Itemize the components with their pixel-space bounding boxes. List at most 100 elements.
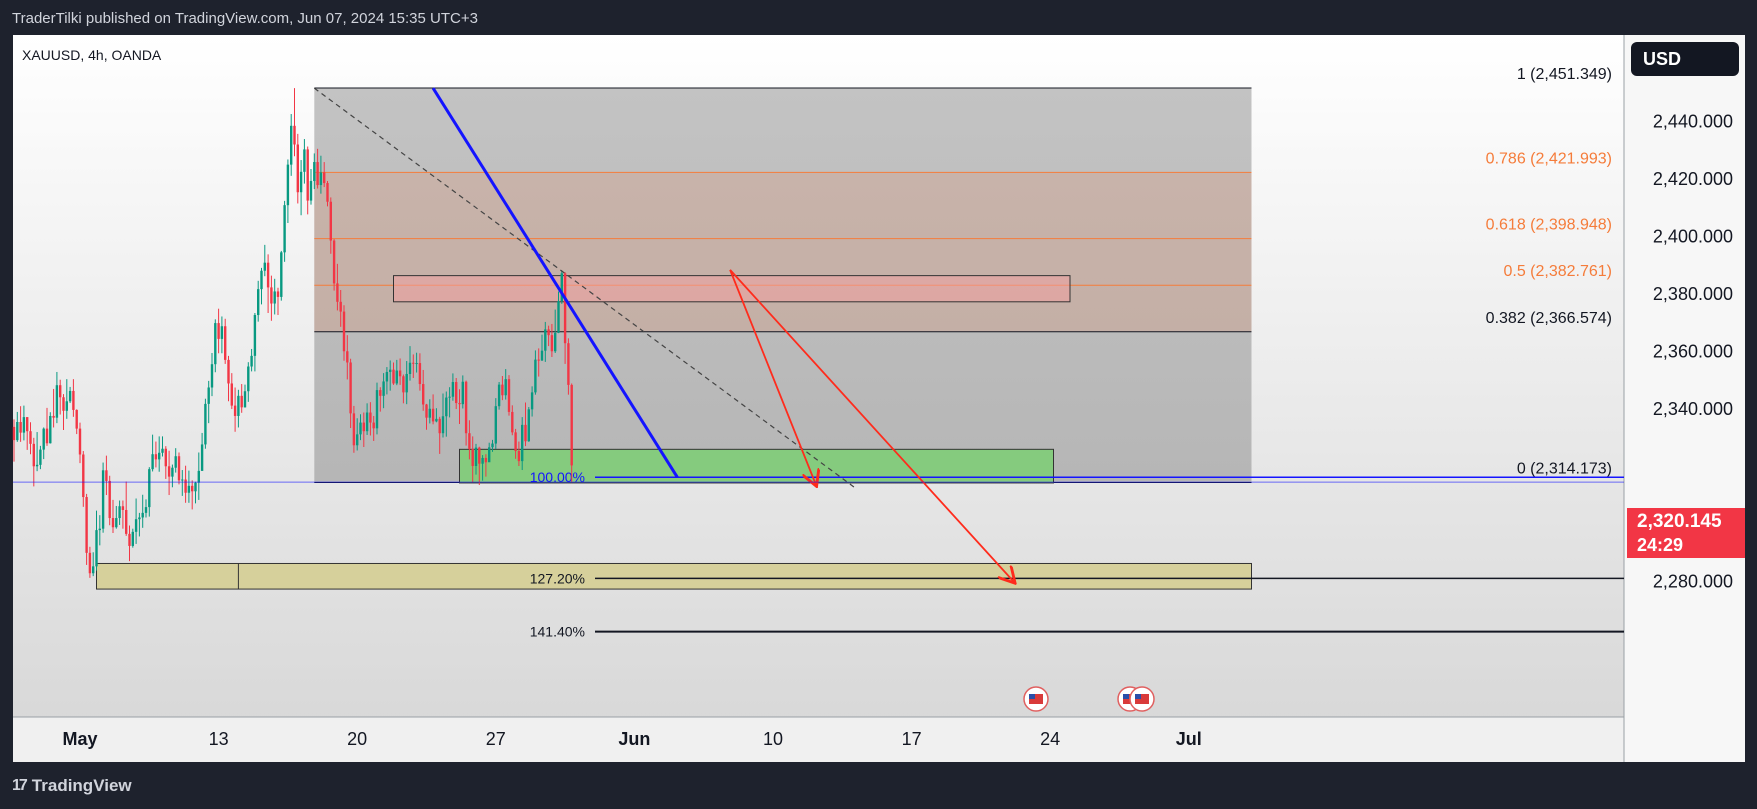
- candle-body: [75, 409, 78, 429]
- fib-level-label: 0.786 (2,421.993): [1486, 150, 1612, 167]
- candle-body: [451, 382, 455, 397]
- target-zone: [96, 562, 1252, 590]
- candle-body: [161, 448, 164, 453]
- candle-body: [570, 384, 573, 466]
- candle-body: [177, 456, 181, 481]
- candle-body: [49, 415, 52, 444]
- time-tick-label: Jun: [618, 729, 650, 749]
- price-tick-label: 2,340.000: [1653, 399, 1733, 419]
- candle-body: [237, 395, 240, 416]
- candle-body: [286, 164, 290, 206]
- time-tick-label: 27: [486, 729, 506, 749]
- candle-body: [448, 396, 451, 398]
- candle-body: [494, 406, 497, 444]
- price-chart[interactable]: 1 (2,451.349) 0.786 (2,421.993) 0.618 (2,3…: [0, 0, 1757, 809]
- candle-body: [481, 457, 484, 464]
- candle-body: [507, 379, 511, 412]
- candle-body: [283, 205, 286, 253]
- candle-body: [375, 390, 379, 429]
- candle-body: [105, 470, 108, 481]
- candle-body: [111, 518, 115, 528]
- candle-body: [468, 433, 471, 450]
- candle-body: [263, 262, 266, 271]
- candle-body: [12, 426, 16, 441]
- candle-body: [68, 390, 72, 402]
- price-tick-label: 2,440.000: [1653, 112, 1733, 132]
- price-tick-label: 2,380.000: [1653, 284, 1733, 304]
- candle-body: [323, 172, 326, 184]
- candle-body: [352, 413, 356, 446]
- candle-body: [230, 383, 233, 406]
- candle-body: [214, 323, 217, 365]
- candle-body: [461, 381, 464, 405]
- candle-body: [82, 454, 85, 498]
- tradingview-footer[interactable]: 17 TradingView: [12, 776, 132, 796]
- candle-body: [511, 411, 514, 433]
- candle-body: [497, 384, 501, 407]
- candle-body: [32, 443, 35, 467]
- candle-body: [92, 566, 95, 574]
- candle-body: [299, 171, 303, 193]
- price-tick-label: 2,360.000: [1653, 342, 1733, 362]
- candle-body: [121, 506, 125, 510]
- candle-body: [187, 485, 191, 493]
- candle-body: [184, 479, 187, 493]
- last-price-value: 2,320.145: [1637, 511, 1722, 532]
- candle-body: [537, 359, 540, 361]
- candle-body: [415, 363, 418, 365]
- candle-body: [125, 509, 128, 534]
- candle-body: [194, 482, 197, 492]
- candle-body: [141, 512, 144, 518]
- candle-body: [438, 418, 441, 434]
- candle-body: [356, 434, 359, 446]
- candle-body: [474, 447, 478, 466]
- fib-level-label: 0.5 (2,382.761): [1503, 263, 1612, 280]
- candle-body: [78, 428, 82, 455]
- candle-body: [108, 480, 111, 519]
- candle-body: [144, 507, 148, 513]
- candle-body: [550, 335, 554, 352]
- candle-body: [296, 144, 299, 193]
- candle-body: [131, 531, 134, 546]
- candle-body: [303, 149, 306, 172]
- candle-body: [26, 417, 29, 432]
- currency-button[interactable]: USD: [1631, 42, 1739, 76]
- candle-body: [204, 403, 207, 445]
- bar-countdown: 24:29: [1637, 535, 1684, 555]
- us-flag-icon: [1135, 694, 1141, 699]
- candle-body: [332, 240, 336, 284]
- candle-body: [402, 376, 405, 393]
- candle-body: [504, 379, 507, 396]
- candle-body: [39, 449, 42, 465]
- time-tick-label: Jul: [1176, 729, 1202, 749]
- candle-body: [534, 359, 537, 393]
- last-price-tag: 2,320.145 24:29: [1627, 508, 1745, 558]
- time-tick-label: 13: [209, 729, 229, 749]
- candle-body: [435, 418, 438, 422]
- fib-level-label: 0 (2,314.173): [1517, 460, 1612, 477]
- candle-body: [412, 362, 415, 364]
- fib-level-label: 1 (2,451.349): [1517, 66, 1612, 83]
- price-tick-label: 2,420.000: [1653, 169, 1733, 189]
- candle-body: [138, 517, 141, 520]
- candle-body: [398, 370, 402, 377]
- candle-body: [171, 467, 174, 477]
- candle-body: [530, 392, 534, 410]
- candle-body: [544, 329, 547, 351]
- candle-body: [491, 443, 494, 448]
- candle-body: [563, 273, 567, 344]
- candle-body: [362, 422, 365, 432]
- candle-body: [154, 454, 158, 460]
- candle-body: [42, 428, 45, 450]
- candle-body: [484, 457, 488, 463]
- candle-body: [395, 370, 398, 384]
- candle-body: [200, 444, 204, 471]
- candle-body: [151, 454, 154, 470]
- extension-127-label: 127.20%: [530, 570, 585, 586]
- candle-body: [191, 485, 194, 492]
- candle-body: [422, 384, 425, 405]
- candle-body: [35, 464, 39, 467]
- candle-body: [405, 373, 408, 393]
- candle-body: [253, 315, 257, 356]
- candle-body: [210, 364, 214, 388]
